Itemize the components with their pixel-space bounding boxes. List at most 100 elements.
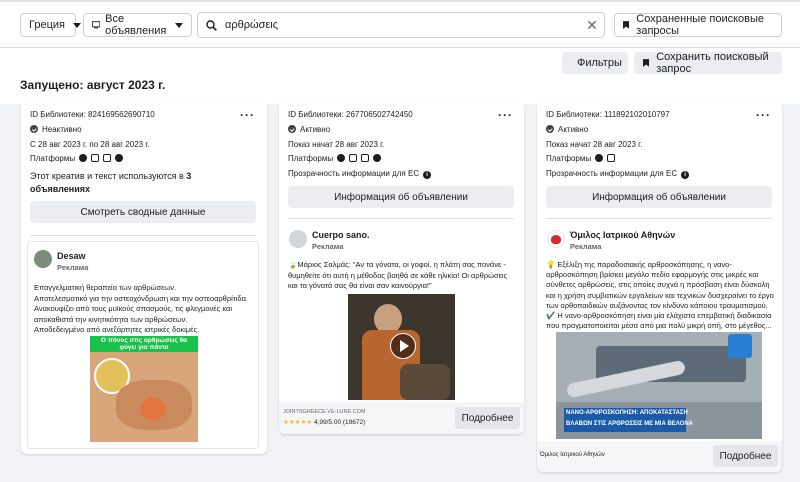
more-options-icon[interactable]: ··· [240,108,255,122]
saved-searches-label: Сохраненные поисковые запросы [636,13,765,37]
divider [30,235,256,236]
avatar [34,250,52,268]
sponsored-label: Реклама [570,242,602,251]
audience-network-icon [103,154,112,162]
divider [288,218,514,219]
ad-category-select[interactable]: Все объявления [83,13,192,37]
learn-more-button[interactable]: Подробнее [455,407,520,429]
ad-image[interactable]: ΝΑΝΟ-ΑΡΘΡΟΣΚΟΠΗΣΗ: ΑΠΟΚΑΤΑΣΤΑΣΗ ΒΛΑΒΩΝ Σ… [556,332,762,439]
platforms-label: Платформы [30,154,76,163]
messenger-icon [115,154,124,162]
library-id: ID Библиотеки: 1118921020107​97 [546,110,670,119]
instagram-icon [607,154,616,162]
platforms-row: Платформы [288,154,382,163]
creative-unit: объявлениях [30,184,90,194]
bookmark-icon [623,21,630,29]
eu-transparency-label: Прозрачность информации для ЕС [288,169,420,178]
link-domain: JOINTSGREECE.VE-LURE.COM [283,409,366,415]
clear-search-icon[interactable]: ✕ [580,17,604,34]
facebook-icon [595,154,604,162]
status-icon [288,125,296,133]
platforms-row: Платформы [546,154,616,163]
link-footer: Όμιλος Ιατρικού Αθηνών Подробнее [537,441,782,472]
learn-more-button[interactable]: Подробнее [713,445,778,467]
bookmark-icon [643,59,650,67]
advertiser-name[interactable]: Όμιλος Ιατρικού Αθηνών [570,230,675,240]
eu-transparency-row[interactable]: Прозрачность информации для ЕС i [546,169,690,179]
eu-transparency-label: Прозрачность информации для ЕС [546,169,678,178]
save-search-button[interactable]: Сохранить поисковый запрос [634,51,782,75]
status-badge: Неактивно [30,125,82,134]
country-select-label: Греция [29,19,65,31]
status-icon [546,125,554,133]
sponsored-label: Реклама [57,263,89,272]
country-select[interactable]: Греция [20,13,81,37]
sponsored-label: Реклама [312,242,344,251]
more-options-icon[interactable]: ··· [498,108,513,122]
rating-text: ★★★★★ 4,99/5.00 (19672) [283,419,366,426]
image-caption-line-2: ΒΛΑΒΩΝ ΣΤΙΣ ΑΡΘΡΩΣΕΙΣ ΜΕ ΜΙΑ ΒΕΛΟΝΑ [566,421,693,427]
library-id: ID Библиотеки: 267706502742450 [288,110,413,119]
ad-body-text: 🍃Μάριος Σαλμάς: "Αν τα γόνατα, οι γοφοί,… [288,260,508,290]
info-icon: i [681,171,690,179]
run-dates: С 28 авг 2023 г. по 28 авг 2023 г. [30,140,150,149]
status-text: Активно [558,125,589,134]
image-caption-line-1: ΝΑΝΟ-ΑΡΘΡΟΣΚΟΠΗΣΗ: ΑΠΟΚΑΤΑΣΤΑΣΗ [566,410,688,416]
status-text: Активно [300,125,331,134]
play-icon[interactable] [390,333,416,359]
results-header: Фильтры Сохранить поисковый запрос [0,48,800,104]
search-box: ✕ [197,12,605,38]
filters-label: Фильтры [577,57,622,69]
ad-category-label: Все объявления [105,13,167,37]
instagram-icon [91,154,100,162]
ad-body-text: Επαγγελματική θεραπεία των αρθρώσεων. Απ… [34,283,248,334]
monitor-icon [92,21,101,29]
footer-name: Όμιλος Ιατρικού Αθηνών [540,452,605,458]
ad-card: ID Библиотеки: 1118921020107​97 ··· Акти… [537,102,782,472]
chevron-down-icon [175,22,183,28]
platforms-row: Платформы [30,154,124,163]
facebook-icon [337,154,346,162]
status-badge: Активно [546,125,588,134]
view-summary-button[interactable]: Смотреть сводные данные [30,201,256,223]
ad-details-button[interactable]: Информация об объявлении [288,186,514,208]
image-caption: Ο πόνος στις αρθρώσεις θα φύγει για πάντ… [101,337,187,351]
link-footer: JOINTSGREECE.VE-LURE.COM ★★★★★ 4,99/5.00… [279,402,524,434]
instagram-icon [349,154,358,162]
search-icon [206,19,217,31]
status-icon [30,125,38,133]
launched-heading: Запущено: август 2023 г. [20,78,166,92]
creative-count: 3 [186,171,192,181]
run-dates: Показ начат 28 авг 2023 г. [546,140,643,149]
platforms-label: Платформы [288,154,334,163]
status-text: Неактивно [42,125,82,134]
messenger-icon [373,154,382,162]
ad-body-text: 💡 Εξέλιξη της παραδοσιακής αρθροσκόπησης… [546,260,774,331]
advertiser-name[interactable]: Cuerpo sano. [312,230,370,240]
ad-details-button[interactable]: Информация об объявлении [546,186,772,208]
more-options-icon[interactable]: ··· [756,108,771,122]
creative-usage-text: Этот креатив и текст используются в 3 объ… [30,170,230,196]
inflamed-area [140,398,166,420]
run-dates: Показ начат 28 авг 2023 г. [288,140,385,149]
creative-text: Этот креатив и текст используются в [30,171,184,181]
avatar [547,230,565,248]
info-icon: i [423,171,432,179]
save-search-label: Сохранить поисковый запрос [656,51,769,75]
advertiser-name[interactable]: Desaw [57,251,86,261]
ad-image[interactable]: Ο πόνος στις αρθρώσεις θα φύγει για πάντ… [90,336,198,442]
eu-transparency-row[interactable]: Прозрачность информации для ЕС i [288,169,432,179]
top-divider [0,0,800,2]
ad-card: ID Библиотеки: 824169562690710 ··· Неакт… [21,102,267,454]
search-input[interactable] [225,19,580,31]
top-bar: Греция Все объявления ✕ Сохраненные поис… [0,0,800,48]
facebook-icon [79,154,88,162]
ad-video[interactable] [348,294,455,400]
doc-icon [728,334,752,358]
avatar [289,230,307,248]
ad-preview: Desaw Реклама Επαγγελματική θεραπεία των… [27,241,259,449]
saved-searches-button[interactable]: Сохраненные поисковые запросы [614,13,782,37]
audience-network-icon [361,154,370,162]
filters-button[interactable]: Фильтры [562,52,628,74]
chevron-down-icon [72,22,81,28]
